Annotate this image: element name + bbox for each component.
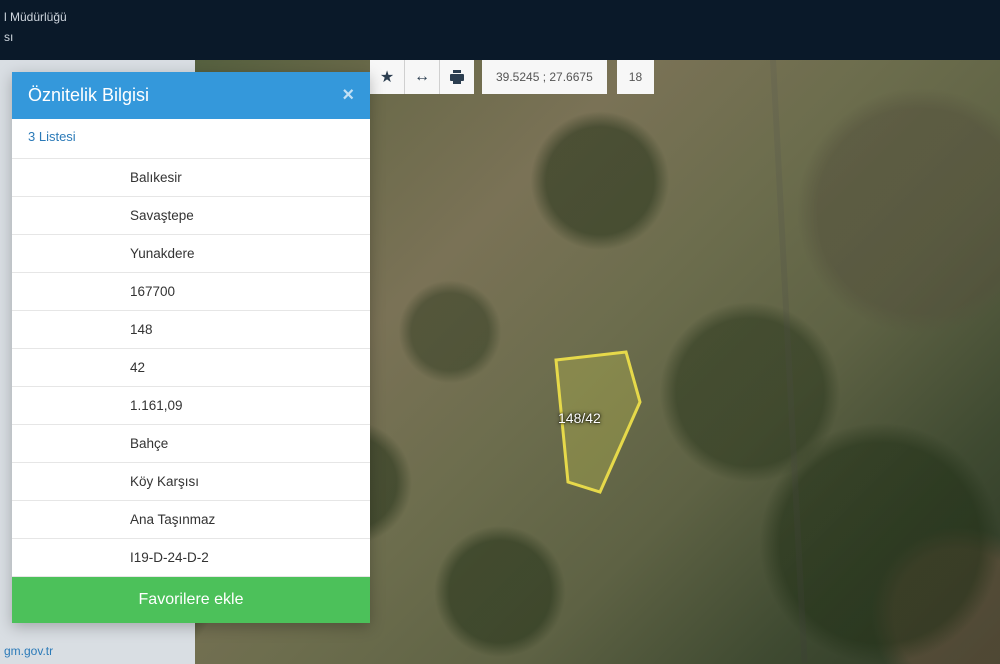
attr-value: Ana Taşınmaz xyxy=(12,501,370,539)
table-row: 167700 xyxy=(12,273,370,311)
table-row: 148 xyxy=(12,311,370,349)
attr-value: Yunakdere xyxy=(12,235,370,273)
header-line-1: l Müdürlüğü xyxy=(4,8,996,26)
modal-title: Öznitelik Bilgisi xyxy=(28,85,149,106)
coordinates-display: 39.5245 ; 27.6675 xyxy=(482,60,607,94)
attr-value: 1.161,09 xyxy=(12,387,370,425)
map-toolbar: ★ ↔ 39.5245 ; 27.6675 18 xyxy=(370,60,654,94)
zoom-level-display: 18 xyxy=(617,60,654,94)
table-row: Ana Taşınmaz xyxy=(12,501,370,539)
footer-link[interactable]: gm.gov.tr xyxy=(4,644,53,658)
print-icon[interactable] xyxy=(440,60,474,94)
ruler-icon[interactable]: ↔ xyxy=(405,60,439,94)
star-icon[interactable]: ★ xyxy=(370,60,404,94)
table-row: Savaştepe xyxy=(12,197,370,235)
attr-value: 42 xyxy=(12,349,370,387)
table-row: 42 xyxy=(12,349,370,387)
modal-tab[interactable]: 3 Listesi xyxy=(12,119,370,159)
table-row: 1.161,09 xyxy=(12,387,370,425)
attr-value: Balıkesir xyxy=(12,159,370,197)
tab-label: 3 Listesi xyxy=(28,129,76,144)
attribute-info-modal: Öznitelik Bilgisi × 3 Listesi Balıkesir … xyxy=(12,72,370,623)
table-row: Yunakdere xyxy=(12,235,370,273)
attribute-table: Balıkesir Savaştepe Yunakdere 167700 148… xyxy=(12,159,370,577)
table-row: I19-D-24-D-2 xyxy=(12,539,370,577)
parcel-label: 148/42 xyxy=(558,410,601,426)
attr-value: Bahçe xyxy=(12,425,370,463)
modal-header: Öznitelik Bilgisi × xyxy=(12,72,370,119)
attr-value: Köy Karşısı xyxy=(12,463,370,501)
table-row: Köy Karşısı xyxy=(12,463,370,501)
table-row: Bahçe xyxy=(12,425,370,463)
attr-value: I19-D-24-D-2 xyxy=(12,539,370,577)
table-row: Balıkesir xyxy=(12,159,370,197)
attr-value: 148 xyxy=(12,311,370,349)
add-to-favorites-button[interactable]: Favorilere ekle xyxy=(12,577,370,623)
attr-value: Savaştepe xyxy=(12,197,370,235)
attr-value: 167700 xyxy=(12,273,370,311)
app-header: l Müdürlüğü sı xyxy=(0,0,1000,60)
header-line-2: sı xyxy=(4,28,996,46)
close-icon[interactable]: × xyxy=(342,84,354,107)
